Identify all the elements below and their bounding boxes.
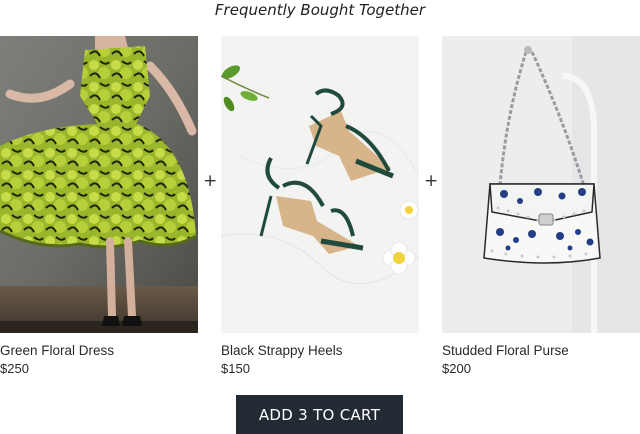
purse-product-image[interactable] [442,36,640,333]
dress-product-image[interactable] [0,36,198,333]
heels-product-image[interactable] [221,36,419,333]
plus-separator-icon: + [203,171,218,191]
product-name[interactable]: Studded Floral Purse [442,342,640,359]
product-card-heels: Black Strappy Heels $150 [221,36,419,377]
section-title: Frequently Bought Together [214,1,426,19]
green-dress-photo-icon [0,36,198,333]
product-price: $200 [442,361,471,376]
product-price: $250 [0,361,29,376]
floral-purse-photo-icon [442,36,640,333]
product-name[interactable]: Black Strappy Heels [221,342,419,359]
product-card-purse: Studded Floral Purse $200 [442,36,640,377]
plus-separator-icon: + [424,171,439,191]
product-price: $150 [221,361,250,376]
product-name[interactable]: Green Floral Dress [0,342,198,359]
strappy-heels-photo-icon [221,36,419,333]
product-card-dress: Green Floral Dress $250 [0,36,198,377]
add-to-cart-button[interactable]: ADD 3 TO CART [236,395,403,434]
